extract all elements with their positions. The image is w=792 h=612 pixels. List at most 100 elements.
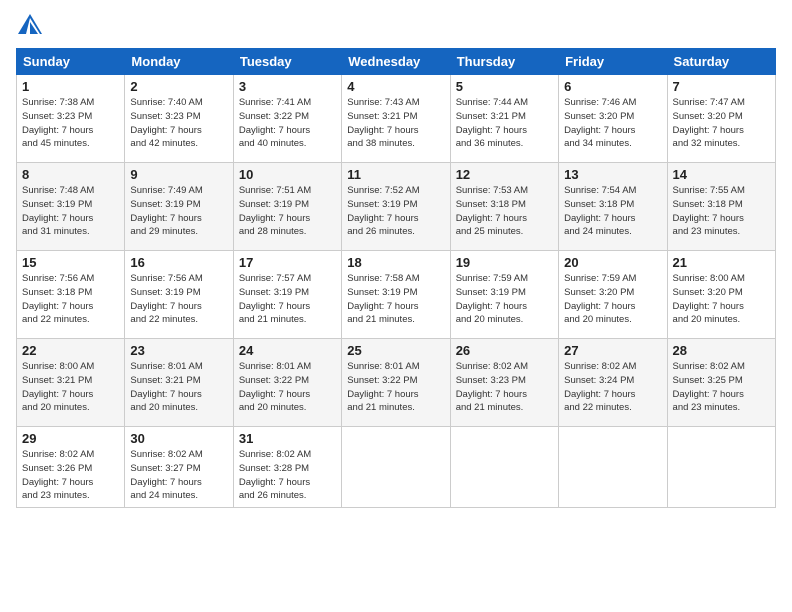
week-row: 15 Sunrise: 7:56 AM Sunset: 3:18 PM Dayli… bbox=[17, 251, 776, 339]
day-of-week-tuesday: Tuesday bbox=[233, 49, 341, 75]
day-number: 31 bbox=[239, 431, 336, 446]
day-number: 5 bbox=[456, 79, 553, 94]
day-info: Sunrise: 7:54 AM Sunset: 3:18 PM Dayligh… bbox=[564, 184, 661, 239]
day-info: Sunrise: 7:38 AM Sunset: 3:23 PM Dayligh… bbox=[22, 96, 119, 151]
days-of-week-row: SundayMondayTuesdayWednesdayThursdayFrid… bbox=[17, 49, 776, 75]
calendar-cell: 25 Sunrise: 8:01 AM Sunset: 3:22 PM Dayli… bbox=[342, 339, 450, 427]
day-info: Sunrise: 7:59 AM Sunset: 3:19 PM Dayligh… bbox=[456, 272, 553, 327]
calendar-cell: 29 Sunrise: 8:02 AM Sunset: 3:26 PM Dayli… bbox=[17, 427, 125, 508]
calendar-cell: 19 Sunrise: 7:59 AM Sunset: 3:19 PM Dayli… bbox=[450, 251, 558, 339]
day-info: Sunrise: 7:52 AM Sunset: 3:19 PM Dayligh… bbox=[347, 184, 444, 239]
calendar-cell: 23Sunrise: 8:01 AM Sunset: 3:21 PM Dayli… bbox=[125, 339, 233, 427]
day-number: 28 bbox=[673, 343, 770, 358]
day-info: Sunrise: 8:02 AM Sunset: 3:24 PM Dayligh… bbox=[564, 360, 661, 415]
day-number: 16 bbox=[130, 255, 227, 270]
day-number: 19 bbox=[456, 255, 553, 270]
calendar-cell bbox=[342, 427, 450, 508]
calendar-body: 1 Sunrise: 7:38 AM Sunset: 3:23 PM Daylig… bbox=[17, 75, 776, 508]
day-number: 15 bbox=[22, 255, 119, 270]
calendar-cell: 27 Sunrise: 8:02 AM Sunset: 3:24 PM Dayli… bbox=[559, 339, 667, 427]
day-info: Sunrise: 7:56 AM Sunset: 3:18 PM Dayligh… bbox=[22, 272, 119, 327]
day-of-week-thursday: Thursday bbox=[450, 49, 558, 75]
day-number: 18 bbox=[347, 255, 444, 270]
day-info: Sunrise: 8:02 AM Sunset: 3:23 PM Dayligh… bbox=[456, 360, 553, 415]
calendar-cell: 12Sunrise: 7:53 AM Sunset: 3:18 PM Dayli… bbox=[450, 163, 558, 251]
week-row: 29 Sunrise: 8:02 AM Sunset: 3:26 PM Dayli… bbox=[17, 427, 776, 508]
day-number: 9 bbox=[130, 167, 227, 182]
day-info: Sunrise: 7:55 AM Sunset: 3:18 PM Dayligh… bbox=[673, 184, 770, 239]
day-info: Sunrise: 7:53 AM Sunset: 3:18 PM Dayligh… bbox=[456, 184, 553, 239]
calendar-cell: 1 Sunrise: 7:38 AM Sunset: 3:23 PM Daylig… bbox=[17, 75, 125, 163]
week-row: 8 Sunrise: 7:48 AM Sunset: 3:19 PM Daylig… bbox=[17, 163, 776, 251]
day-number: 4 bbox=[347, 79, 444, 94]
day-number: 22 bbox=[22, 343, 119, 358]
calendar-cell: 28 Sunrise: 8:02 AM Sunset: 3:25 PM Dayli… bbox=[667, 339, 775, 427]
day-info: Sunrise: 7:59 AM Sunset: 3:20 PM Dayligh… bbox=[564, 272, 661, 327]
week-row: 1 Sunrise: 7:38 AM Sunset: 3:23 PM Daylig… bbox=[17, 75, 776, 163]
calendar-cell: 18Sunrise: 7:58 AM Sunset: 3:19 PM Dayli… bbox=[342, 251, 450, 339]
calendar-cell: 30 Sunrise: 8:02 AM Sunset: 3:27 PM Dayli… bbox=[125, 427, 233, 508]
calendar-cell bbox=[450, 427, 558, 508]
day-of-week-friday: Friday bbox=[559, 49, 667, 75]
calendar-cell: 13 Sunrise: 7:54 AM Sunset: 3:18 PM Dayli… bbox=[559, 163, 667, 251]
day-info: Sunrise: 7:43 AM Sunset: 3:21 PM Dayligh… bbox=[347, 96, 444, 151]
calendar-cell: 5 Sunrise: 7:44 AM Sunset: 3:21 PM Daylig… bbox=[450, 75, 558, 163]
day-number: 14 bbox=[673, 167, 770, 182]
calendar-cell: 4 Sunrise: 7:43 AM Sunset: 3:21 PM Daylig… bbox=[342, 75, 450, 163]
day-number: 10 bbox=[239, 167, 336, 182]
week-row: 22Sunrise: 8:00 AM Sunset: 3:21 PM Dayli… bbox=[17, 339, 776, 427]
calendar-cell: 2 Sunrise: 7:40 AM Sunset: 3:23 PM Daylig… bbox=[125, 75, 233, 163]
calendar-cell: 20Sunrise: 7:59 AM Sunset: 3:20 PM Dayli… bbox=[559, 251, 667, 339]
day-of-week-monday: Monday bbox=[125, 49, 233, 75]
day-info: Sunrise: 7:46 AM Sunset: 3:20 PM Dayligh… bbox=[564, 96, 661, 151]
day-number: 2 bbox=[130, 79, 227, 94]
calendar-cell: 7 Sunrise: 7:47 AM Sunset: 3:20 PM Daylig… bbox=[667, 75, 775, 163]
day-info: Sunrise: 7:44 AM Sunset: 3:21 PM Dayligh… bbox=[456, 96, 553, 151]
calendar-cell: 10Sunrise: 7:51 AM Sunset: 3:19 PM Dayli… bbox=[233, 163, 341, 251]
day-number: 13 bbox=[564, 167, 661, 182]
day-info: Sunrise: 7:41 AM Sunset: 3:22 PM Dayligh… bbox=[239, 96, 336, 151]
day-number: 27 bbox=[564, 343, 661, 358]
day-info: Sunrise: 8:02 AM Sunset: 3:25 PM Dayligh… bbox=[673, 360, 770, 415]
day-info: Sunrise: 7:48 AM Sunset: 3:19 PM Dayligh… bbox=[22, 184, 119, 239]
day-number: 8 bbox=[22, 167, 119, 182]
calendar-cell: 11 Sunrise: 7:52 AM Sunset: 3:19 PM Dayli… bbox=[342, 163, 450, 251]
calendar-cell: 21Sunrise: 8:00 AM Sunset: 3:20 PM Dayli… bbox=[667, 251, 775, 339]
day-info: Sunrise: 8:01 AM Sunset: 3:22 PM Dayligh… bbox=[347, 360, 444, 415]
day-number: 3 bbox=[239, 79, 336, 94]
day-info: Sunrise: 8:02 AM Sunset: 3:27 PM Dayligh… bbox=[130, 448, 227, 503]
header bbox=[16, 12, 776, 40]
day-number: 23 bbox=[130, 343, 227, 358]
calendar-cell bbox=[559, 427, 667, 508]
calendar-cell: 15 Sunrise: 7:56 AM Sunset: 3:18 PM Dayli… bbox=[17, 251, 125, 339]
day-number: 25 bbox=[347, 343, 444, 358]
day-number: 1 bbox=[22, 79, 119, 94]
day-number: 30 bbox=[130, 431, 227, 446]
day-info: Sunrise: 8:00 AM Sunset: 3:20 PM Dayligh… bbox=[673, 272, 770, 327]
day-number: 6 bbox=[564, 79, 661, 94]
calendar-cell: 16 Sunrise: 7:56 AM Sunset: 3:19 PM Dayli… bbox=[125, 251, 233, 339]
calendar-cell: 14 Sunrise: 7:55 AM Sunset: 3:18 PM Dayli… bbox=[667, 163, 775, 251]
day-number: 11 bbox=[347, 167, 444, 182]
calendar-cell: 31 Sunrise: 8:02 AM Sunset: 3:28 PM Dayli… bbox=[233, 427, 341, 508]
calendar-cell: 3 Sunrise: 7:41 AM Sunset: 3:22 PM Daylig… bbox=[233, 75, 341, 163]
calendar-cell: 6 Sunrise: 7:46 AM Sunset: 3:20 PM Daylig… bbox=[559, 75, 667, 163]
calendar-cell: 24Sunrise: 8:01 AM Sunset: 3:22 PM Dayli… bbox=[233, 339, 341, 427]
day-of-week-sunday: Sunday bbox=[17, 49, 125, 75]
logo-icon bbox=[16, 12, 44, 40]
day-info: Sunrise: 8:02 AM Sunset: 3:28 PM Dayligh… bbox=[239, 448, 336, 503]
day-number: 29 bbox=[22, 431, 119, 446]
day-of-week-saturday: Saturday bbox=[667, 49, 775, 75]
day-info: Sunrise: 7:47 AM Sunset: 3:20 PM Dayligh… bbox=[673, 96, 770, 151]
calendar-cell: 9 Sunrise: 7:49 AM Sunset: 3:19 PM Daylig… bbox=[125, 163, 233, 251]
day-info: Sunrise: 7:57 AM Sunset: 3:19 PM Dayligh… bbox=[239, 272, 336, 327]
day-info: Sunrise: 7:40 AM Sunset: 3:23 PM Dayligh… bbox=[130, 96, 227, 151]
day-number: 17 bbox=[239, 255, 336, 270]
calendar-cell: 22Sunrise: 8:00 AM Sunset: 3:21 PM Dayli… bbox=[17, 339, 125, 427]
calendar: SundayMondayTuesdayWednesdayThursdayFrid… bbox=[16, 48, 776, 508]
day-info: Sunrise: 7:56 AM Sunset: 3:19 PM Dayligh… bbox=[130, 272, 227, 327]
day-number: 7 bbox=[673, 79, 770, 94]
page: SundayMondayTuesdayWednesdayThursdayFrid… bbox=[0, 0, 792, 612]
day-info: Sunrise: 7:49 AM Sunset: 3:19 PM Dayligh… bbox=[130, 184, 227, 239]
day-info: Sunrise: 8:02 AM Sunset: 3:26 PM Dayligh… bbox=[22, 448, 119, 503]
